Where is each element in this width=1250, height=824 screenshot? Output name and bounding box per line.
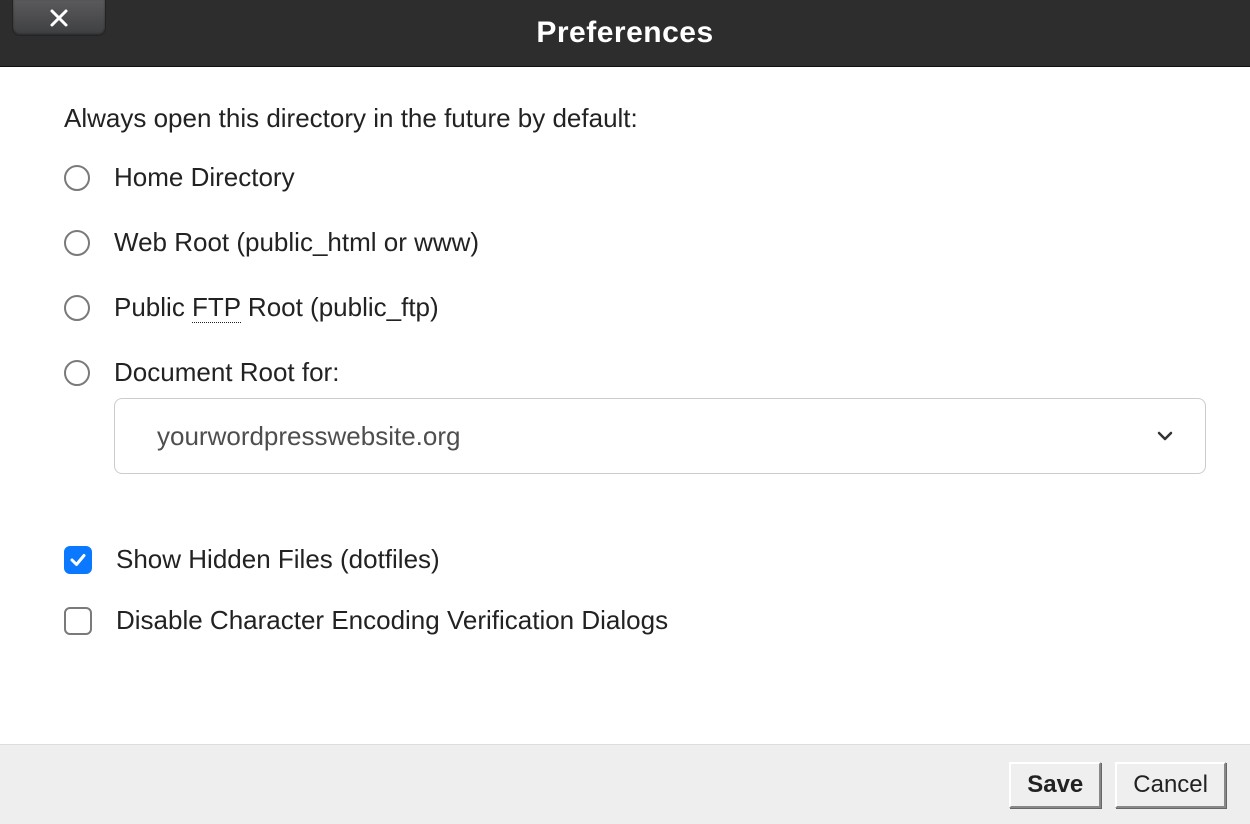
checkbox-icon xyxy=(64,607,92,635)
checkbox-icon xyxy=(64,546,92,574)
checkbox-label: Disable Character Encoding Verification … xyxy=(116,605,668,636)
save-button[interactable]: Save xyxy=(1009,762,1101,808)
radio-icon xyxy=(64,295,90,321)
radio-icon xyxy=(64,230,90,256)
dialog-title: Preferences xyxy=(536,16,713,50)
radio-label: Home Directory xyxy=(114,162,295,193)
check-icon xyxy=(69,551,87,569)
checkbox-label: Show Hidden Files (dotfiles) xyxy=(116,544,440,575)
dialog-footer: Save Cancel xyxy=(0,744,1250,824)
close-button[interactable] xyxy=(12,0,106,36)
radio-label: Document Root for: xyxy=(114,357,339,388)
cancel-button[interactable]: Cancel xyxy=(1115,762,1226,808)
radio-document-root[interactable]: Document Root for: xyxy=(64,357,1186,388)
checkbox-disable-encoding-dialogs[interactable]: Disable Character Encoding Verification … xyxy=(64,605,1186,636)
close-icon xyxy=(47,6,71,30)
radio-web-root[interactable]: Web Root (public_html or www) xyxy=(64,227,1186,258)
dialog-content: Always open this directory in the future… xyxy=(0,67,1250,682)
radio-home-directory[interactable]: Home Directory xyxy=(64,162,1186,193)
checkbox-show-hidden-files[interactable]: Show Hidden Files (dotfiles) xyxy=(64,544,1186,575)
radio-icon xyxy=(64,360,90,386)
radio-public-ftp-root[interactable]: Public FTP Root (public_ftp) xyxy=(64,292,1186,323)
radio-icon xyxy=(64,165,90,191)
radio-label: Web Root (public_html or www) xyxy=(114,227,479,258)
radio-label: Public FTP Root (public_ftp) xyxy=(114,292,439,323)
prompt-text: Always open this directory in the future… xyxy=(64,103,1186,134)
dialog-titlebar: Preferences xyxy=(0,0,1250,67)
document-root-select[interactable]: yourwordpresswebsite.org xyxy=(114,398,1206,474)
select-value: yourwordpresswebsite.org xyxy=(157,421,460,452)
chevron-down-icon xyxy=(1153,424,1177,448)
